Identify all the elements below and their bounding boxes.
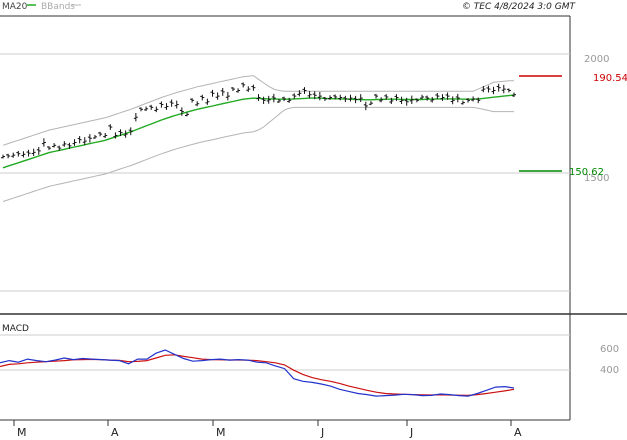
price-bar — [41, 138, 46, 147]
chart-stage: MA20 BBands © TEC 4/8/2024 3:0 GMT 2000 … — [0, 0, 627, 440]
price-bar — [307, 91, 312, 99]
price-bar — [92, 134, 97, 139]
price-bar — [292, 93, 297, 99]
copyright-text: © TEC 4/8/2024 3:0 GMT — [462, 2, 577, 12]
price-bar — [266, 95, 271, 104]
price-bar — [450, 96, 455, 105]
x-tick-label: A — [514, 426, 522, 439]
price-bar — [496, 83, 501, 92]
ma20-series — [2, 94, 515, 169]
x-tick-label: J — [320, 426, 324, 439]
macd-tick-600: 600 — [600, 344, 619, 355]
price-bar — [164, 103, 169, 110]
price-bar — [486, 85, 491, 93]
price-bar — [302, 87, 307, 94]
price-bar — [251, 84, 256, 91]
resistance-level-label: 190.54 — [593, 73, 627, 84]
price-bar — [154, 106, 159, 113]
chart-svg: MA20 BBands © TEC 4/8/2024 3:0 GMT 2000 … — [0, 2, 627, 439]
price-bar — [31, 148, 36, 157]
price-bars — [1, 82, 516, 159]
price-bar — [1, 154, 5, 159]
price-bar — [149, 104, 154, 110]
support-level-label: 150.62 — [569, 167, 604, 178]
macd-signal-line — [0, 354, 515, 397]
price-bar — [133, 112, 138, 122]
x-tick-label: A — [111, 426, 119, 439]
price-bar — [159, 101, 164, 108]
bbands-legend-label: BBands — [41, 2, 75, 12]
price-bar — [77, 136, 82, 144]
price-bar — [236, 88, 241, 93]
price-bar — [246, 86, 251, 92]
price-bar — [501, 84, 506, 94]
bb-lower-line — [2, 106, 514, 202]
price-bar — [399, 96, 404, 104]
price-bar — [440, 94, 445, 101]
price-bar — [506, 88, 511, 93]
x-axis: MAMJJA — [13, 420, 522, 439]
price-bar — [363, 101, 368, 111]
price-bar — [138, 107, 143, 112]
price-bar — [460, 100, 465, 105]
price-bar — [374, 93, 379, 99]
ma20-line — [2, 94, 515, 169]
price-bar — [169, 99, 174, 107]
macd-lines — [0, 349, 515, 397]
price-bar — [11, 152, 16, 158]
price-bar — [98, 131, 103, 137]
price-bar — [317, 91, 322, 101]
macd-panel-label: MACD — [2, 324, 29, 334]
price-bar — [6, 153, 11, 159]
price-bar — [200, 94, 205, 101]
x-tick-label: M — [216, 426, 226, 439]
price-bar — [36, 147, 41, 155]
price-bar — [210, 89, 215, 97]
price-bar — [220, 87, 225, 96]
price-bar — [230, 87, 235, 92]
price-bar — [368, 101, 373, 106]
macd-line — [0, 349, 515, 397]
price-bar — [348, 94, 353, 102]
price-bar — [144, 106, 149, 112]
price-bar — [72, 139, 77, 146]
price-bar — [205, 98, 210, 105]
price-bar — [174, 100, 179, 109]
price-bar — [195, 101, 200, 107]
price-bar — [62, 141, 67, 147]
price-bar — [87, 134, 92, 143]
ma20-legend-label: MA20 — [2, 2, 28, 12]
price-bar — [26, 149, 31, 157]
price-bar — [455, 93, 460, 103]
price-bar — [358, 94, 363, 103]
price-bar — [256, 94, 261, 101]
price-bar — [16, 150, 21, 157]
price-bar — [190, 98, 195, 103]
x-tick-label: J — [409, 426, 413, 439]
price-tick-2000: 2000 — [584, 54, 609, 65]
price-bar — [21, 151, 26, 158]
price-bar — [128, 127, 133, 136]
price-bar — [52, 143, 57, 148]
price-bar — [491, 86, 496, 95]
price-bar — [46, 146, 51, 151]
price-bar — [215, 92, 220, 100]
price-bar — [261, 96, 266, 104]
price-bar — [225, 91, 230, 101]
price-bar — [420, 94, 425, 100]
price-bar — [108, 124, 113, 130]
bb-upper-line — [2, 75, 514, 146]
price-bar — [241, 82, 246, 88]
price-bar — [271, 93, 276, 103]
macd-tick-400: 400 — [600, 365, 619, 376]
price-bar — [103, 132, 108, 139]
x-tick-label: M — [17, 426, 27, 439]
